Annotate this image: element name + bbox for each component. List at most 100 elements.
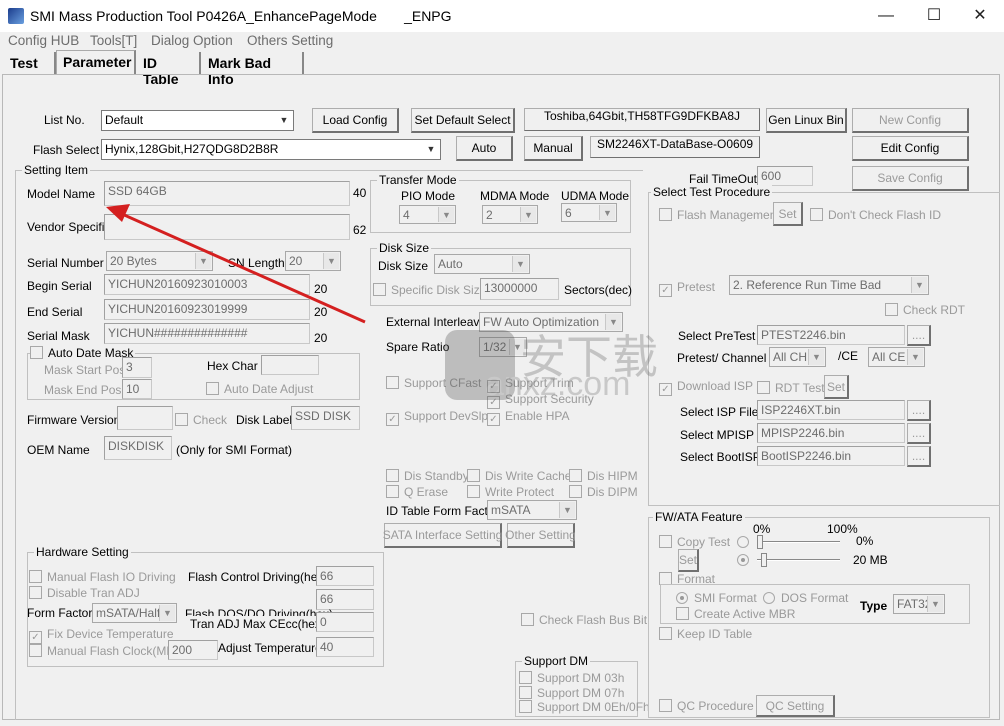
begin-serial-input[interactable]: YICHUN20160923010003 <box>104 274 310 295</box>
menu-tools[interactable]: Tools[T] <box>90 33 137 48</box>
manual-flash-clock-checkbox[interactable]: Manual Flash Clock(MHz) <box>29 644 185 658</box>
flash-control-driving-input[interactable]: 66 <box>316 566 374 586</box>
rdt-test-checkbox[interactable]: RDT Test <box>757 381 825 395</box>
menu-others-setting[interactable]: Others Setting <box>247 33 333 48</box>
sectors-input[interactable]: 13000000 <box>480 278 559 300</box>
download-isp-checkbox[interactable]: ✓ Download ISP <box>659 379 753 396</box>
support-cfast-checkbox[interactable]: Support CFast <box>386 376 481 390</box>
mask-start-pos-input[interactable]: 3 <box>122 357 152 378</box>
external-interleave-select[interactable]: FW Auto Optimization ▼ <box>479 312 623 332</box>
browse-mpisp-button[interactable]: .... <box>907 423 931 444</box>
manual-button[interactable]: Manual <box>524 136 583 161</box>
select-pretest-input[interactable]: PTEST2246.bin <box>757 325 905 345</box>
fail-timeout-input[interactable]: 600 <box>757 166 813 186</box>
percent-radio[interactable] <box>737 535 755 549</box>
mpisp-input[interactable]: MPISP2246.bin <box>757 423 905 443</box>
id-table-form-factor-select[interactable]: mSATA ▼ <box>487 500 577 520</box>
size-slider[interactable] <box>757 553 840 567</box>
browse-isp-button[interactable]: .... <box>907 400 931 421</box>
specific-disk-size-checkbox[interactable]: Specific Disk Size <box>373 283 486 297</box>
dis-dipm-checkbox[interactable]: Dis DIPM <box>569 485 638 499</box>
spare-ratio-select[interactable]: 1/32 ▼ <box>479 337 527 357</box>
flash-management-checkbox[interactable]: Flash Management <box>659 208 780 222</box>
tab-mark-bad-info[interactable]: Mark Bad Info <box>202 52 304 87</box>
serial-number-select[interactable]: 20 Bytes ▼ <box>106 251 213 271</box>
support-security-checkbox[interactable]: ✓ Support Security <box>487 392 594 409</box>
slider-thumb[interactable] <box>757 535 763 549</box>
tab-test[interactable]: Test <box>4 52 56 74</box>
sata-interface-setting-button[interactable]: SATA Interface Setting <box>383 523 502 548</box>
pretest-checkbox[interactable]: ✓ Pretest <box>659 280 715 297</box>
minimize-button[interactable]: — <box>866 4 906 28</box>
percent-slider[interactable] <box>757 535 840 549</box>
auto-button[interactable]: Auto <box>456 136 513 161</box>
new-config-button[interactable]: New Config <box>852 108 969 133</box>
tab-id-table[interactable]: ID Table <box>137 52 201 87</box>
dos-format-radio[interactable]: DOS Format <box>763 591 848 605</box>
udma-mode-select[interactable]: 6 ▼ <box>561 203 617 222</box>
sn-length-select[interactable]: 20 ▼ <box>285 251 341 271</box>
channel-select[interactable]: All CH ▼ <box>769 347 826 367</box>
browse-pretest-button[interactable]: .... <box>907 325 931 346</box>
auto-date-mask-checkbox[interactable]: Auto Date Mask <box>30 346 136 360</box>
support-dm-07h-checkbox[interactable]: Support DM 07h <box>519 686 624 700</box>
serial-mask-input[interactable]: YICHUN############## <box>104 323 310 344</box>
slider-thumb[interactable] <box>760 553 767 567</box>
fix-device-temperature-checkbox[interactable]: ✓ Fix Device Temperature <box>29 627 174 644</box>
auto-date-adjust-checkbox[interactable]: Auto Date Adjust <box>206 382 313 396</box>
save-config-button[interactable]: Save Config <box>852 166 969 191</box>
smi-format-radio[interactable]: SMI Format <box>676 591 757 605</box>
check-rdt-checkbox[interactable]: Check RDT <box>885 303 965 317</box>
qc-setting-button[interactable]: QC Setting <box>756 695 835 717</box>
vendor-specific-input[interactable] <box>104 214 350 240</box>
dis-write-cache-checkbox[interactable]: Dis Write Cache <box>467 469 571 483</box>
menu-dialog-option[interactable]: Dialog Option <box>151 33 233 48</box>
flash-select[interactable]: Hynix,128Gbit,H27QDG8D2B8R ▼ <box>101 139 441 160</box>
manual-flash-io-checkbox[interactable]: Manual Flash IO Driving <box>29 570 176 584</box>
browse-bootisp-button[interactable]: .... <box>907 446 931 467</box>
qc-procedure-checkbox[interactable]: QC Procedure <box>659 699 754 713</box>
menu-config-hub[interactable]: Config HUB <box>8 33 79 48</box>
pretest-mode-select[interactable]: 2. Reference Run Time Bad ▼ <box>729 275 929 295</box>
mdma-mode-select[interactable]: 2 ▼ <box>482 205 538 224</box>
disk-size-select[interactable]: Auto ▼ <box>434 254 530 274</box>
create-active-mbr-checkbox[interactable]: Create Active MBR <box>676 607 795 621</box>
dont-check-flash-id-checkbox[interactable]: Don't Check Flash ID <box>810 208 941 222</box>
flash-clock-input[interactable]: 200 <box>168 640 218 660</box>
support-trim-checkbox[interactable]: ✓ Support Trim <box>487 376 574 393</box>
adjust-temperature-input[interactable]: 40 <box>316 637 374 657</box>
isp-file-input[interactable]: ISP2246XT.bin <box>757 400 905 420</box>
write-protect-checkbox[interactable]: Write Protect <box>467 485 554 499</box>
enable-hpa-checkbox[interactable]: ✓ Enable HPA <box>487 409 569 426</box>
maximize-button[interactable]: ☐ <box>914 4 954 28</box>
bootisp-input[interactable]: BootISP2246.bin <box>757 446 905 466</box>
flash-management-set-button[interactable]: Set <box>773 202 803 226</box>
copy-test-checkbox[interactable]: Copy Test <box>659 535 730 549</box>
gen-linux-bin-button[interactable]: Gen Linux Bin <box>766 108 847 133</box>
end-serial-input[interactable]: YICHUN20160923019999 <box>104 299 310 320</box>
ce-select[interactable]: All CE ▼ <box>868 347 925 367</box>
check-checkbox[interactable]: Check <box>175 413 227 427</box>
copy-test-set-button[interactable]: Set <box>678 549 699 572</box>
oem-name-input[interactable]: DISKDISK <box>104 436 172 460</box>
q-erase-checkbox[interactable]: Q Erase <box>386 485 448 499</box>
load-config-button[interactable]: Load Config <box>312 108 399 133</box>
form-factor-select[interactable]: mSATA/HalfS ▼ <box>92 603 177 623</box>
check-flash-bus-bit-checkbox[interactable]: Check Flash Bus Bit <box>521 613 647 627</box>
edit-config-button[interactable]: Edit Config <box>852 136 969 161</box>
model-name-input[interactable]: SSD 64GB <box>104 181 350 206</box>
close-button[interactable]: ✕ <box>960 4 1000 28</box>
support-devslp-checkbox[interactable]: ✓ Support DevSlp <box>386 409 488 426</box>
tab-parameter[interactable]: Parameter <box>56 50 136 74</box>
set-default-select-button[interactable]: Set Default Select <box>411 108 515 133</box>
disk-label-input[interactable]: SSD DISK <box>291 406 360 430</box>
dis-standby-checkbox[interactable]: Dis Standby <box>386 469 469 483</box>
size-radio[interactable] <box>737 553 755 567</box>
support-dm-03h-checkbox[interactable]: Support DM 03h <box>519 671 624 685</box>
list-no-select[interactable]: Default ▼ <box>101 110 294 131</box>
rdt-set-button[interactable]: Set <box>824 375 849 399</box>
hex-char-input[interactable] <box>261 355 319 375</box>
firmware-version-input[interactable] <box>117 406 173 430</box>
mask-end-pos-input[interactable]: 10 <box>122 379 152 399</box>
keep-id-table-checkbox[interactable]: Keep ID Table <box>659 627 752 641</box>
